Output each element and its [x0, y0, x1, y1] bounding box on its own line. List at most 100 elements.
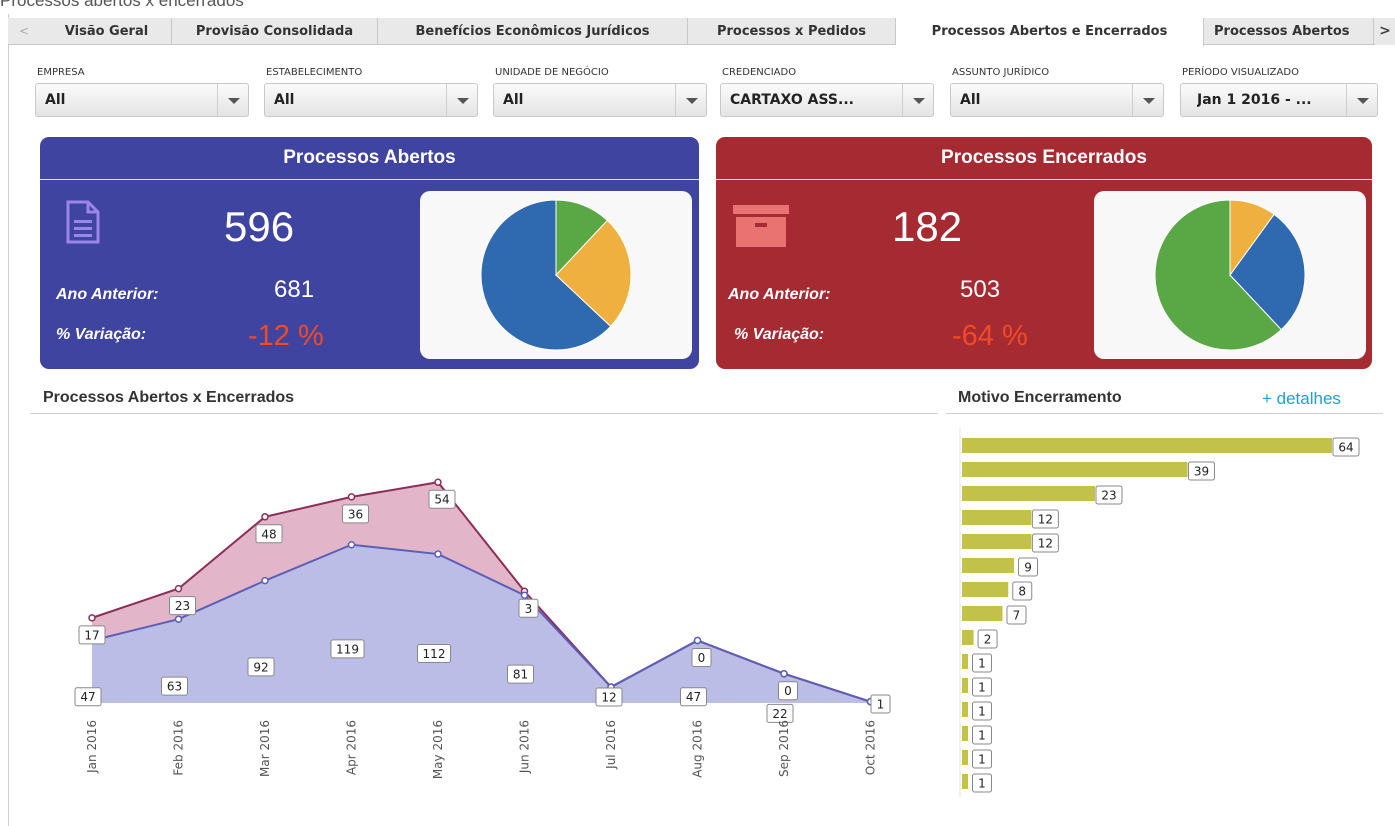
- line-chart-title: Processos Abertos x Encerrados: [43, 389, 295, 406]
- open-value-label: 47: [80, 690, 95, 704]
- open-value-label: 47: [686, 690, 701, 704]
- reason-bar: [962, 654, 968, 669]
- reason-bar: [962, 726, 968, 741]
- open-point: [520, 591, 529, 600]
- closed-point: [347, 493, 356, 501]
- credenciado-dropdown[interactable]: CARTAXO ASS...: [720, 83, 934, 117]
- closed-value-label: 0: [698, 651, 706, 665]
- tab-beneficios-economicos[interactable]: Benefícios Econômicos Jurídicos: [378, 18, 688, 45]
- open-point: [347, 540, 356, 549]
- closed-point: [88, 614, 96, 622]
- open-processes-panel: Processos Abertos 596 Ano Anterior: 681 …: [40, 137, 699, 369]
- chevron-down-icon: [217, 84, 248, 116]
- filter-label-periodo: PERÍODO VISUALIZADO: [1182, 67, 1299, 78]
- reason-value-label: 1: [978, 753, 986, 767]
- chevron-down-icon: [446, 84, 477, 116]
- open-point: [434, 550, 442, 558]
- bar-chart: 64 39 23 12 12 9 8 7 2 1 1 1 1 1 1: [959, 428, 1360, 798]
- closed-point: [261, 513, 269, 521]
- reason-bar: [962, 630, 974, 645]
- tab-scroll-left-icon[interactable]: <: [14, 18, 34, 45]
- estabelecimento-dropdown[interactable]: All: [264, 83, 478, 117]
- reason-value-label: 64: [1338, 441, 1353, 455]
- chevron-down-icon: [1346, 84, 1377, 116]
- tab-processos-abertos[interactable]: Processos Abertos: [1204, 18, 1374, 45]
- reason-value-label: 23: [1101, 489, 1116, 503]
- open-value-label: 22: [772, 707, 787, 721]
- reason-value-label: 9: [1024, 561, 1032, 575]
- empresa-value: All: [45, 92, 66, 108]
- reason-bar: [962, 606, 1003, 621]
- empresa-dropdown[interactable]: All: [35, 83, 249, 117]
- assunto-juridico-dropdown[interactable]: All: [950, 83, 1164, 117]
- closed-value-label: 54: [434, 493, 449, 507]
- unidade-negocio-value: All: [503, 92, 524, 108]
- tab-visao-geral[interactable]: Visão Geral: [42, 18, 172, 45]
- open-point: [174, 615, 183, 623]
- reason-bar: [962, 438, 1332, 453]
- chevron-down-icon: [902, 84, 933, 116]
- closed-value-label: 0: [784, 684, 792, 698]
- reason-bar: [962, 558, 1015, 573]
- assunto-juridico-value: All: [960, 92, 981, 108]
- reason-value-label: 12: [1038, 537, 1053, 551]
- filter-label-estabelecimento: ESTABELECIMENTO: [266, 67, 363, 78]
- reason-value-label: 1: [978, 657, 986, 671]
- open-value-label: 63: [167, 680, 182, 694]
- closed-variation-value: -64 %: [952, 320, 1028, 352]
- reason-bar: [962, 678, 968, 693]
- open-panel-title: Processos Abertos: [40, 137, 699, 180]
- open-prev-year-label: Ano Anterior:: [56, 286, 159, 303]
- closed-processes-panel: Processos Encerrados 182 Ano Anterior: 5…: [716, 137, 1372, 369]
- filter-label-empresa: EMPRESA: [37, 67, 85, 78]
- tab-scroll-right-icon[interactable]: >: [1375, 18, 1395, 45]
- bar-chart-divider: [946, 413, 1383, 414]
- reason-bar: [962, 582, 1009, 597]
- open-value-label: 12: [601, 691, 616, 705]
- open-point: [693, 636, 702, 645]
- reason-bar: [962, 510, 1032, 525]
- reason-value-label: 1: [978, 681, 986, 695]
- closed-prev-year-label: Ano Anterior:: [728, 286, 831, 303]
- x-axis-label: May 2016: [431, 720, 445, 779]
- tab-processos-abertos-encerrados[interactable]: Processos Abertos e Encerrados: [896, 18, 1204, 46]
- page-heading: Processos abertos x encerrados: [0, 0, 244, 10]
- x-axis-label: Aug 2016: [691, 720, 705, 778]
- open-pie-chart: [480, 199, 632, 351]
- unidade-negocio-dropdown[interactable]: All: [493, 83, 707, 117]
- reason-value-label: 1: [978, 777, 986, 791]
- open-prev-year-value: 681: [274, 276, 315, 303]
- closed-variation-label: % Variação:: [734, 326, 825, 343]
- details-link[interactable]: + detalhes: [1262, 389, 1341, 409]
- reason-bar: [962, 774, 968, 789]
- open-variation-label: % Variação:: [56, 326, 147, 343]
- credenciado-value: CARTAXO ASS...: [730, 92, 854, 108]
- closed-point: [174, 584, 183, 593]
- reason-bar: [962, 462, 1188, 477]
- open-point: [780, 669, 788, 678]
- open-value-label: 81: [513, 668, 528, 682]
- reason-value-label: 1: [978, 705, 986, 719]
- reason-bar: [962, 534, 1032, 549]
- x-axis-label: Jan 2016: [85, 720, 99, 774]
- x-axis-label: Sep 2016: [777, 720, 791, 777]
- open-processes-count: 596: [224, 203, 295, 250]
- estabelecimento-value: All: [274, 92, 295, 108]
- reason-value-label: 12: [1038, 513, 1053, 527]
- x-axis-label: Jul 2016: [604, 720, 618, 770]
- line-chart-divider: [30, 413, 938, 414]
- filter-label-credenciado: CREDENCIADO: [722, 67, 797, 78]
- closed-value-label: 3: [525, 602, 533, 616]
- area-chart: 17 47 23 63 48 92 36 119 54 112 3 81 12 0 47 0 22 1 Jan 20…: [74, 478, 891, 779]
- tab-processos-pedidos[interactable]: Processos x Pedidos: [688, 18, 896, 45]
- reason-value-label: 8: [1018, 585, 1026, 599]
- left-divider: [8, 14, 9, 826]
- reason-value-label: 1: [978, 729, 986, 743]
- filter-label-assunto-juridico: ASSUNTO JURÍDICO: [952, 67, 1050, 78]
- tab-provisao-consolidada[interactable]: Provisão Consolidada: [172, 18, 378, 45]
- open-point: [261, 576, 269, 585]
- x-axis-label: Apr 2016: [345, 720, 359, 775]
- closed-panel-title: Processos Encerrados: [716, 137, 1372, 180]
- periodo-dropdown[interactable]: Jan 1 2016 - ...: [1180, 83, 1378, 117]
- x-axis-label: Feb 2016: [172, 720, 186, 776]
